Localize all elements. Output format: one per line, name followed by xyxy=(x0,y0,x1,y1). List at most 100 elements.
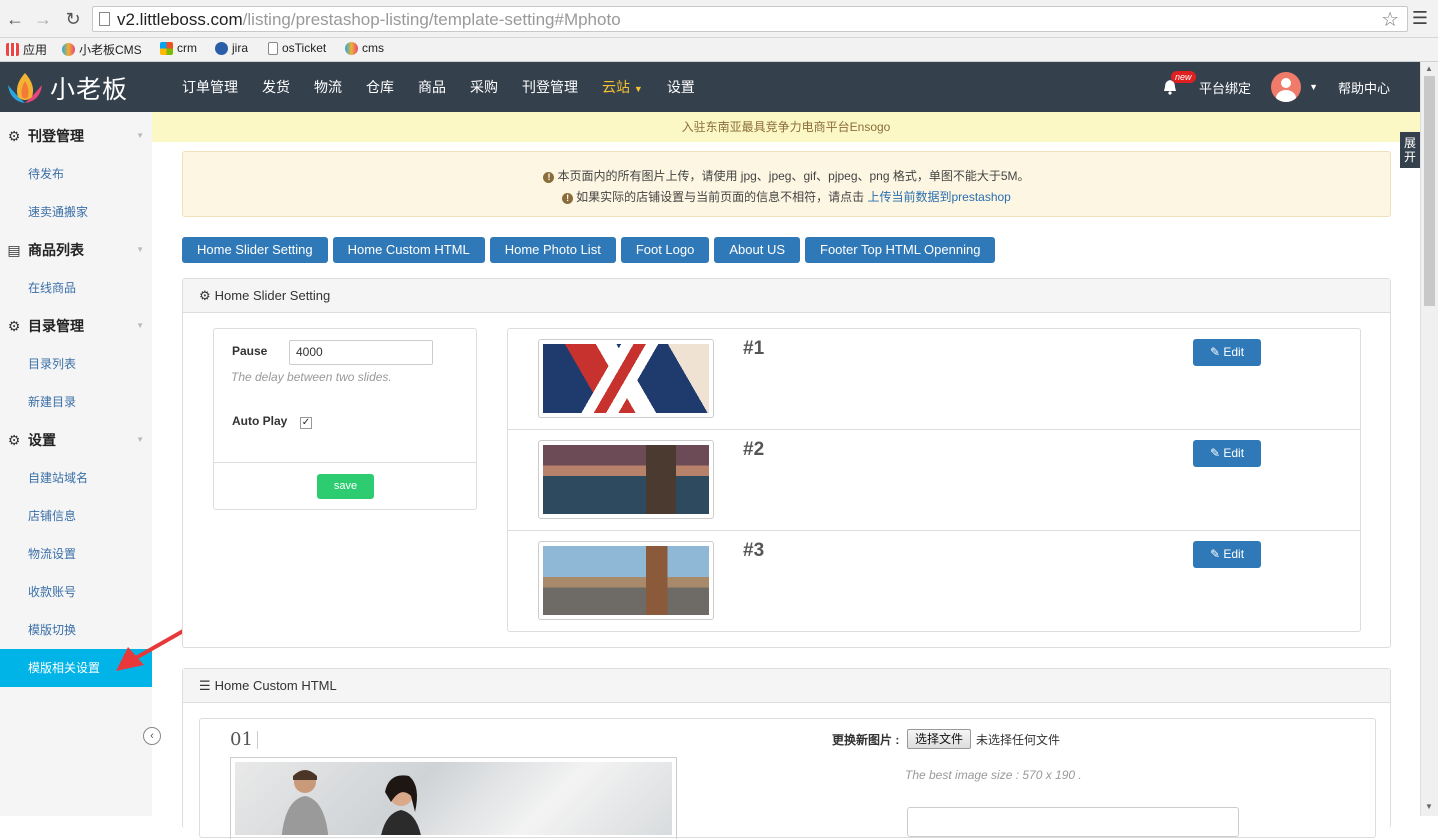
tab-about-us[interactable]: About US xyxy=(714,237,801,263)
scroll-thumb[interactable] xyxy=(1424,76,1435,306)
sidebar-group-products[interactable]: ▤ 商品列表 ▼ xyxy=(0,231,152,269)
edit-icon: ✎ xyxy=(1209,446,1221,460)
page-icon xyxy=(99,12,110,26)
sidebar-item-aliexpress-move[interactable]: 速卖通搬家 xyxy=(0,193,152,231)
tab-footer-top-html[interactable]: Footer Top HTML Openning xyxy=(805,237,996,263)
nav-cloud-site[interactable]: 云站 ▼ xyxy=(590,62,655,112)
chevron-down-icon: ▼ xyxy=(136,131,144,140)
sidebar-item-payment-account[interactable]: 收款账号 xyxy=(0,573,152,611)
custom-html-input[interactable] xyxy=(907,807,1239,837)
sidebar-group-listing[interactable]: ⚙ 刊登管理 ▼ xyxy=(0,117,152,155)
slide-row: #3 ✎ Edit xyxy=(508,531,1360,632)
sidebar-group-settings[interactable]: ⚙ 设置 ▼ xyxy=(0,421,152,459)
item-index: 01 xyxy=(230,729,253,750)
avatar[interactable] xyxy=(1271,72,1302,102)
slide-thumbnail xyxy=(538,440,714,519)
bookmarks-bar: 应用 小老板CMS crm jira osTicket cms xyxy=(0,38,1438,62)
bookmark-crm[interactable]: crm xyxy=(160,41,197,55)
browser-toolbar: ← → ↻ v2.littleboss.com/listing/prestash… xyxy=(0,0,1438,38)
gear-icon: ⚙ xyxy=(7,317,21,334)
sidebar-group-label: 商品列表 xyxy=(28,242,84,258)
pause-input[interactable]: 4000 xyxy=(289,340,433,365)
scroll-up-icon[interactable]: ▲ xyxy=(1425,64,1433,73)
logo[interactable]: 小老板 xyxy=(6,70,128,106)
slide-number: #1 xyxy=(743,338,765,359)
reload-icon[interactable]: ↻ xyxy=(62,8,84,30)
edit-slide-button[interactable]: ✎ Edit xyxy=(1193,339,1261,366)
custom-html-image xyxy=(235,762,672,835)
image-size-hint: The best image size : 570 x 190 . xyxy=(905,768,1082,782)
nav-shipping[interactable]: 发货 xyxy=(250,62,302,112)
sidebar-item-catalog-list[interactable]: 目录列表 xyxy=(0,345,152,383)
no-file-text: 未选择任何文件 xyxy=(976,733,1061,747)
slide-image xyxy=(543,445,709,514)
slide-number: #2 xyxy=(743,439,765,460)
gear-icon: ⚙ xyxy=(7,127,21,144)
sidebar-item-store-info[interactable]: 店铺信息 xyxy=(0,497,152,535)
divider xyxy=(257,731,258,749)
pause-help-text: The delay between two slides. xyxy=(231,370,392,384)
slide-image xyxy=(543,546,709,615)
autoplay-checkbox[interactable]: ✓ xyxy=(300,417,312,429)
tab-home-photo-list[interactable]: Home Photo List xyxy=(489,237,616,263)
bookmark-cms[interactable]: 小老板CMS xyxy=(62,41,142,58)
slide-row: #2 ✎ Edit xyxy=(508,430,1360,531)
caret-down-icon[interactable]: ▼ xyxy=(1309,82,1318,92)
new-badge: new xyxy=(1171,71,1196,83)
nav-warehouse[interactable]: 仓库 xyxy=(354,62,406,112)
sidebar: ⚙ 刊登管理 ▼ 待发布 速卖通搬家 ▤ 商品列表 ▼ 在线商品 ⚙ 目录管理 … xyxy=(0,112,152,816)
edit-slide-button[interactable]: ✎ Edit xyxy=(1193,440,1261,467)
gear-icon: ⚙ xyxy=(199,288,211,303)
address-bar[interactable]: v2.littleboss.com/listing/prestashop-lis… xyxy=(92,6,1408,32)
browser-menu-icon[interactable]: ☰ xyxy=(1412,8,1428,29)
chevron-down-icon: ▼ xyxy=(136,245,144,254)
slide-thumbnail xyxy=(538,541,714,620)
list-icon: ☰ xyxy=(199,678,211,693)
nav-settings[interactable]: 设置 xyxy=(655,62,707,112)
tab-home-slider[interactable]: Home Slider Setting xyxy=(182,237,328,263)
sidebar-collapse-icon[interactable]: ‹ xyxy=(143,727,161,745)
custom-html-thumbnail xyxy=(230,757,677,839)
exclamation-icon: ! xyxy=(543,172,555,183)
bookmark-apps[interactable]: 应用 xyxy=(6,41,47,58)
sidebar-group-label: 设置 xyxy=(28,432,56,448)
divider xyxy=(214,462,476,463)
chevron-down-icon: ▼ xyxy=(136,321,144,330)
person-figure xyxy=(381,775,421,835)
sidebar-item-pending[interactable]: 待发布 xyxy=(0,155,152,193)
notification-bell[interactable]: new xyxy=(1163,71,1196,95)
app-header: 小老板 订单管理 发货 物流 仓库 商品 采购 刊登管理 云站 ▼ 设置 new… xyxy=(0,62,1420,112)
expand-tab[interactable]: 展开 xyxy=(1400,132,1420,168)
sidebar-item-online-products[interactable]: 在线商品 xyxy=(0,269,152,307)
announcement-bar[interactable]: 入驻东南亚最具竞争力电商平台Ensogo xyxy=(152,112,1420,142)
help-center-link[interactable]: 帮助中心 xyxy=(1338,78,1390,97)
scroll-down-icon[interactable]: ▼ xyxy=(1425,802,1433,811)
bookmark-star-icon[interactable]: ☆ xyxy=(1381,7,1399,32)
bookmark-jira[interactable]: jira xyxy=(215,41,248,55)
tab-foot-logo[interactable]: Foot Logo xyxy=(620,237,710,263)
save-button[interactable]: save xyxy=(317,474,374,499)
back-icon[interactable]: ← xyxy=(4,8,26,30)
bookmark-osticket[interactable]: osTicket xyxy=(268,41,326,55)
nav-orders[interactable]: 订单管理 xyxy=(170,62,250,112)
nav-products[interactable]: 商品 xyxy=(406,62,458,112)
sidebar-group-label: 目录管理 xyxy=(28,318,84,334)
nav-logistics[interactable]: 物流 xyxy=(302,62,354,112)
product-list-icon: ▤ xyxy=(7,241,21,258)
forward-icon[interactable]: → xyxy=(32,8,54,30)
choose-file-button[interactable]: 选择文件 xyxy=(907,729,972,749)
upload-data-link[interactable]: 上传当前数据到prestashop xyxy=(867,190,1010,204)
edit-slide-button[interactable]: ✎ Edit xyxy=(1193,541,1261,568)
bookmark-cms2[interactable]: cms xyxy=(345,41,384,55)
main-nav: 订单管理 发货 物流 仓库 商品 采购 刊登管理 云站 ▼ 设置 xyxy=(170,62,707,112)
nav-purchasing[interactable]: 采购 xyxy=(458,62,510,112)
nav-listing[interactable]: 刊登管理 xyxy=(510,62,590,112)
tab-home-custom-html[interactable]: Home Custom HTML xyxy=(332,237,485,263)
sidebar-item-domain[interactable]: 自建站域名 xyxy=(0,459,152,497)
sidebar-item-logistics-settings[interactable]: 物流设置 xyxy=(0,535,152,573)
sidebar-group-catalog[interactable]: ⚙ 目录管理 ▼ xyxy=(0,307,152,345)
sidebar-item-new-catalog[interactable]: 新建目录 xyxy=(0,383,152,421)
page-scrollbar[interactable]: ▲ ▼ xyxy=(1420,62,1438,816)
jira-icon xyxy=(215,41,228,55)
platform-bind-link[interactable]: 平台绑定 xyxy=(1199,78,1251,97)
